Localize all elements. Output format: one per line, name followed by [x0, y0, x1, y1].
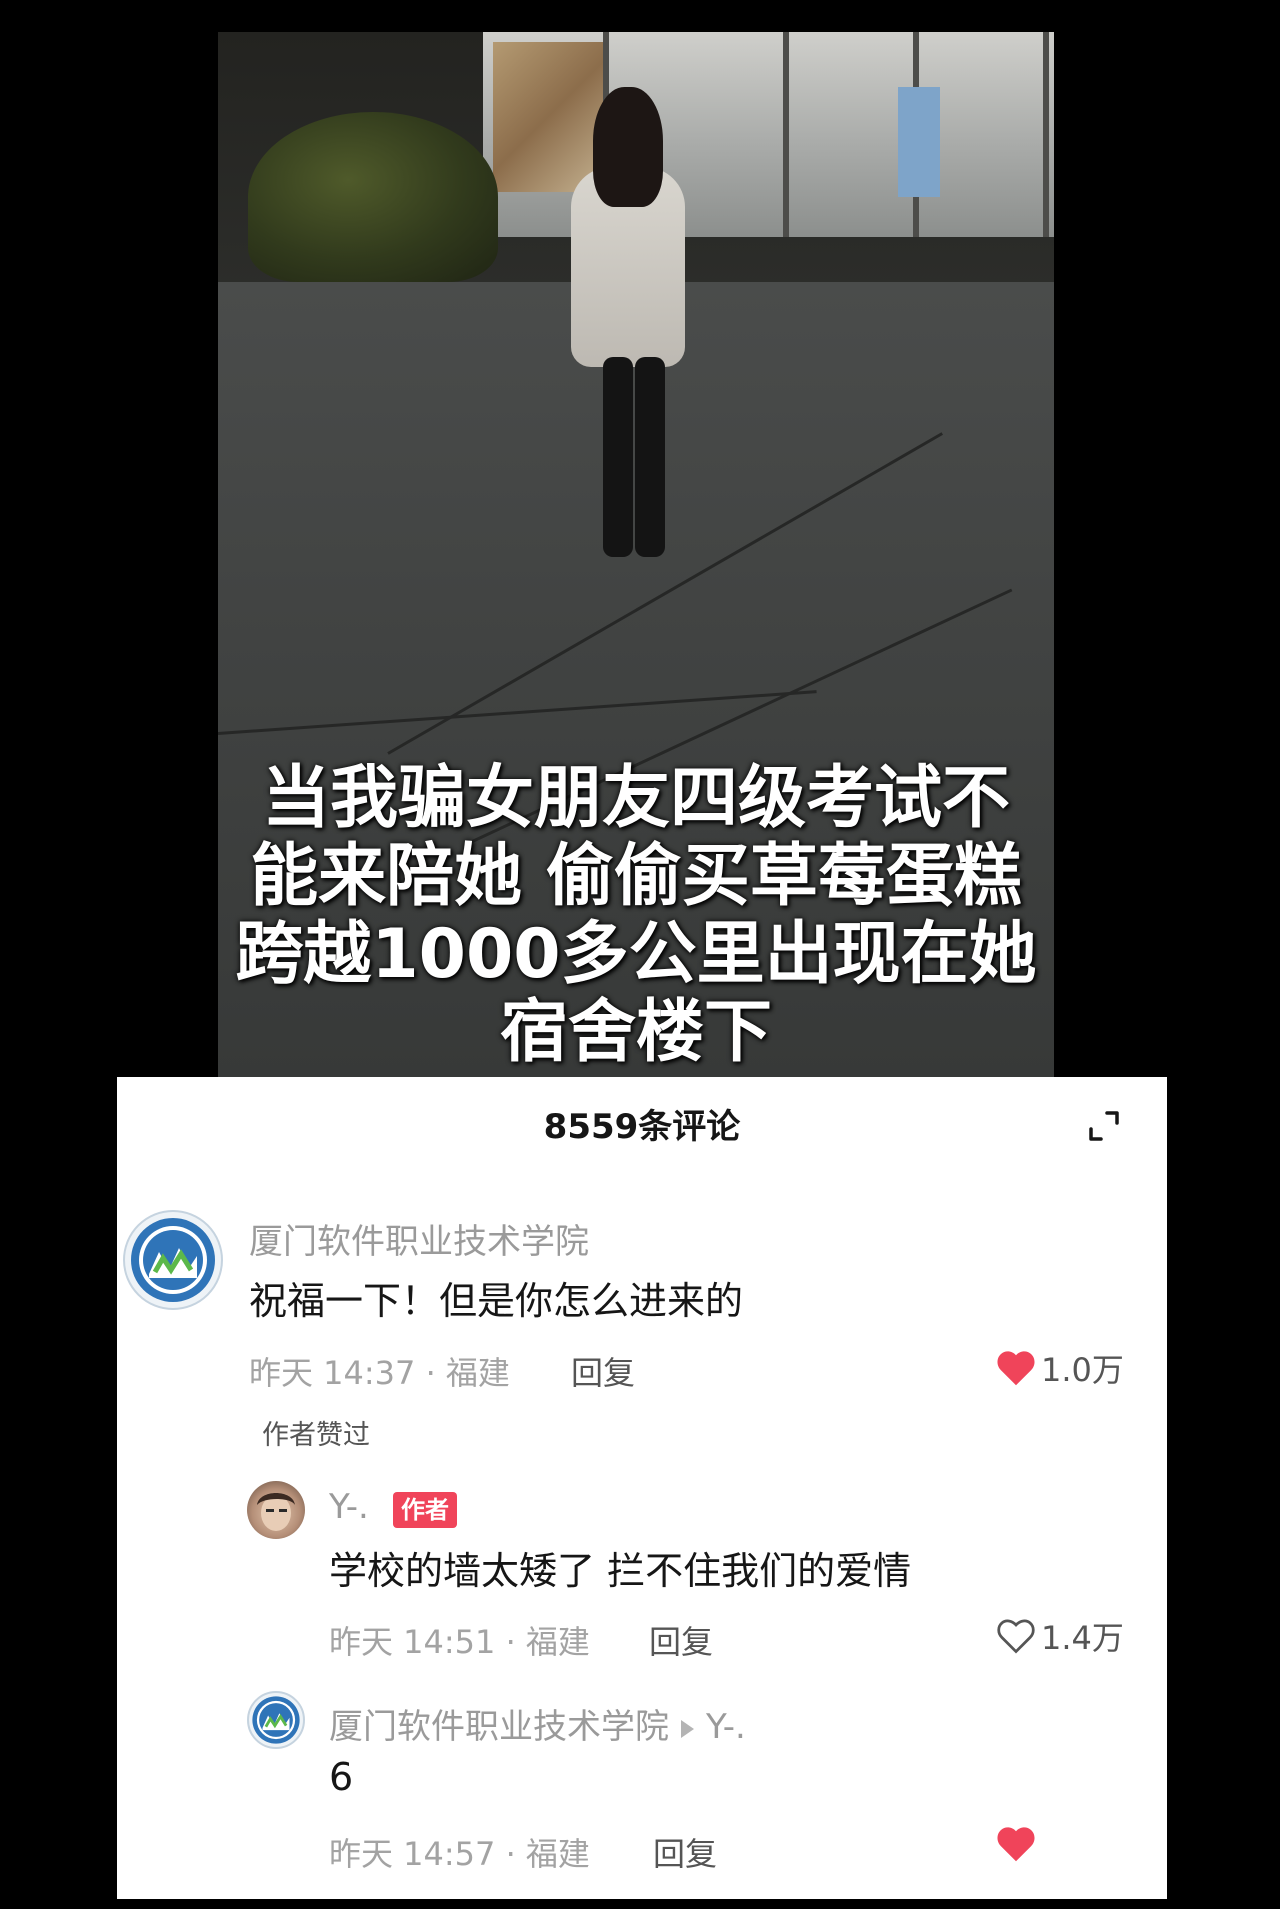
display-screen [898, 87, 940, 197]
like-count: 1.0万 [1041, 1351, 1124, 1389]
caption-line: 能来陪她 偷偷买草莓蛋糕 [250, 837, 1022, 916]
person-leg [603, 357, 633, 557]
reply-button[interactable]: 回复 [571, 1348, 635, 1394]
school-logo-icon [252, 1696, 300, 1744]
window-frame [783, 32, 789, 237]
like-button[interactable]: 1.4万 [995, 1613, 1124, 1659]
person-leg [635, 357, 665, 557]
school-logo-icon [131, 1218, 215, 1302]
reply-text: 学校的墙太矮了 拦不住我们的爱情 [329, 1549, 912, 1593]
comment-author[interactable]: 厦门软件职业技术学院 [249, 1214, 589, 1263]
comments-panel: 8559条评论 厦门软件职业技术学院 祝福一下！但是你怎么进来的 昨天 14:3… [117, 1077, 1167, 1899]
author-liked-label: 作者赞过 [262, 1420, 370, 1451]
user-avatar-icon [257, 1493, 295, 1531]
reply-meta: 昨天 14:57 · 福建 [329, 1835, 590, 1873]
heart-outline-icon [997, 1619, 1035, 1654]
person-figure [563, 87, 693, 567]
reply-text: 6 [329, 1755, 354, 1799]
reply-to-arrow-icon [681, 1719, 694, 1738]
comment-text: 祝福一下！但是你怎么进来的 [249, 1279, 744, 1323]
reply-author[interactable]: Y-. [329, 1487, 369, 1527]
caption-line: 宿舍楼下 [499, 993, 772, 1072]
reply-author-line: 厦门软件职业技术学院 Y-. [329, 1699, 746, 1748]
video-frame[interactable]: 当我骗女朋友四级考试不 能来陪她 偷偷买草莓蛋糕 跨越1000多公里出现在她 宿… [218, 32, 1054, 1077]
avatar[interactable] [247, 1691, 305, 1749]
video-caption: 当我骗女朋友四级考试不 能来陪她 偷偷买草莓蛋糕 跨越1000多公里出现在她 宿… [218, 760, 1054, 1072]
heart-filled-icon [997, 1827, 1035, 1862]
avatar[interactable] [247, 1481, 305, 1539]
caption-line: 当我骗女朋友四级考试不 [261, 759, 1010, 838]
potted-plant [248, 112, 498, 282]
caption-line: 跨越1000多公里出现在她 [235, 915, 1037, 994]
comments-count-title: 8559条评论 [543, 1107, 741, 1147]
avatar[interactable] [123, 1210, 223, 1310]
window-frame [1043, 32, 1049, 237]
reply-button[interactable]: 回复 [649, 1617, 713, 1663]
comment-meta: 昨天 14:37 · 福建 [249, 1354, 510, 1392]
reply-button[interactable]: 回复 [653, 1829, 717, 1875]
like-button[interactable]: 1.0万 [995, 1345, 1124, 1391]
like-button[interactable] [995, 1825, 1041, 1863]
bottom-edge [0, 1899, 1280, 1909]
reply-to-user[interactable]: Y-. [706, 1707, 746, 1747]
like-count: 1.4万 [1041, 1619, 1124, 1657]
author-badge: 作者 [393, 1492, 457, 1528]
person-hair [593, 87, 663, 207]
floor-line [218, 690, 817, 735]
reply-author[interactable]: 厦门软件职业技术学院 [329, 1707, 669, 1747]
expand-icon[interactable] [1087, 1109, 1121, 1143]
heart-filled-icon [997, 1351, 1035, 1386]
reply-meta: 昨天 14:51 · 福建 [329, 1623, 590, 1661]
